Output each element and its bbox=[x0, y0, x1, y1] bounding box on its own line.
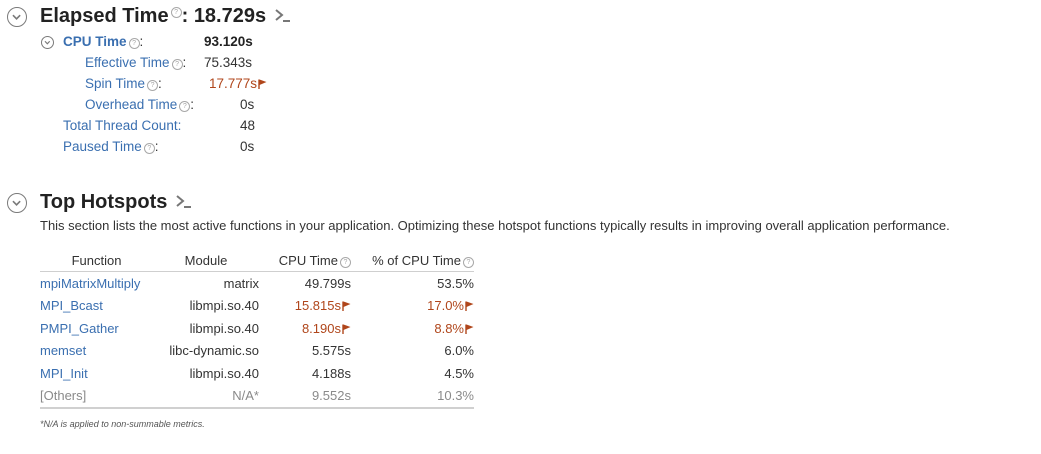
table-row: [Others] N/A* 9.552s 10.3% bbox=[40, 384, 474, 409]
question-circle-icon[interactable]: ? bbox=[147, 80, 159, 91]
effective-time-value: 75.343s bbox=[204, 55, 253, 70]
question-circle-icon[interactable]: ? bbox=[170, 7, 182, 19]
module-cell: N/A* bbox=[153, 384, 259, 409]
cpu-time-cell: 8.190s bbox=[259, 317, 351, 340]
question-circle-icon[interactable]: ? bbox=[143, 143, 155, 154]
overhead-time-value: 0s bbox=[240, 97, 255, 112]
cpu-time-cell: 5.575s bbox=[311, 343, 351, 359]
pct-cpu-time-cell: 10.3% bbox=[351, 384, 474, 409]
footnote: *N/A is applied to non-summable metrics. bbox=[40, 419, 205, 429]
chevron-up-circle-icon bbox=[44, 40, 51, 45]
function-link[interactable]: memset bbox=[40, 340, 153, 363]
function-cell-others: [Others] bbox=[40, 384, 153, 409]
total-thread-count-value: 48 bbox=[240, 118, 256, 133]
pct-cpu-time-cell: 17.0% bbox=[351, 295, 474, 318]
paused-time-link[interactable]: Paused Time bbox=[63, 139, 142, 154]
spin-time-value: 17.777s bbox=[209, 76, 258, 91]
question-circle-icon[interactable]: ? bbox=[171, 59, 183, 70]
chevron-up-circle-icon bbox=[12, 200, 21, 206]
hotspots-table: Function Module CPU Time? % of CPU Time?… bbox=[40, 249, 474, 409]
chevron-up-circle-icon bbox=[12, 14, 21, 20]
function-link[interactable]: MPI_Bcast bbox=[40, 295, 153, 318]
cpu-time-cell: 4.188s bbox=[311, 365, 351, 381]
column-header-pct-cpu-time[interactable]: % of CPU Time? bbox=[351, 249, 474, 272]
cpu-time-label: CPU Time?: bbox=[63, 34, 144, 49]
total-thread-count-link[interactable]: Total Thread Count: bbox=[63, 118, 181, 133]
pct-cpu-time-cell: 6.0% bbox=[444, 343, 474, 359]
module-cell: libmpi.so.40 bbox=[189, 320, 259, 336]
function-link[interactable]: mpiMatrixMultiply bbox=[40, 272, 153, 295]
question-circle-icon[interactable]: ? bbox=[179, 101, 191, 112]
module-cell: libmpi.so.40 bbox=[189, 298, 259, 314]
module-cell: matrix bbox=[223, 275, 259, 291]
spin-time-link[interactable]: Spin Time bbox=[85, 76, 145, 91]
elapsed-time-value: 18.729s bbox=[193, 5, 267, 27]
pct-cpu-time-cell: 53.5% bbox=[437, 275, 474, 291]
top-hotspots-title: Top Hotspots bbox=[40, 191, 168, 213]
cpu-time-value: 93.120s bbox=[204, 34, 253, 49]
warning-flag-icon bbox=[465, 324, 474, 334]
module-cell: libmpi.so.40 bbox=[189, 365, 259, 381]
effective-time-link[interactable]: Effective Time bbox=[85, 55, 170, 70]
top-hotspots-heading: Top Hotspots bbox=[40, 191, 193, 214]
elapsed-collapse-toggle[interactable] bbox=[7, 7, 27, 27]
hotspots-collapse-toggle[interactable] bbox=[7, 193, 27, 213]
paused-time-value: 0s bbox=[240, 139, 255, 154]
question-circle-icon[interactable]: ? bbox=[463, 256, 474, 268]
cpu-time-cell: 15.815s bbox=[259, 295, 351, 318]
table-row: MPI_Bcast libmpi.so.40 15.815s 17.0% bbox=[40, 295, 474, 318]
overhead-time-label: Overhead Time?: bbox=[85, 97, 195, 112]
terminal-prompt-icon[interactable] bbox=[175, 193, 193, 209]
table-row: PMPI_Gather libmpi.so.40 8.190s 8.8% bbox=[40, 317, 474, 340]
question-circle-icon[interactable]: ? bbox=[128, 38, 140, 49]
table-row: memset libc-dynamic.so 5.575s 6.0% bbox=[40, 340, 474, 363]
hotspots-description: This section lists the most active funct… bbox=[40, 218, 950, 233]
table-row: MPI_Init libmpi.so.40 4.188s 4.5% bbox=[40, 362, 474, 385]
effective-time-label: Effective Time?: bbox=[85, 55, 187, 70]
paused-time-label: Paused Time?: bbox=[63, 139, 159, 154]
cpu-time-cell: 9.552s bbox=[259, 384, 351, 409]
column-header-function[interactable]: Function bbox=[40, 249, 153, 272]
cpu-time-link[interactable]: CPU Time bbox=[63, 34, 127, 49]
warning-flag-icon bbox=[342, 301, 351, 312]
elapsed-time-label: Elapsed Time bbox=[40, 5, 169, 27]
module-cell: libc-dynamic.so bbox=[169, 343, 259, 359]
spin-time-value-cell: 17.777s bbox=[209, 76, 267, 91]
warning-flag-icon bbox=[342, 324, 351, 334]
function-link[interactable]: PMPI_Gather bbox=[40, 317, 153, 340]
column-header-module[interactable]: Module bbox=[153, 249, 259, 272]
pct-cpu-time-cell: 4.5% bbox=[444, 365, 474, 381]
pct-cpu-time-cell: 8.8% bbox=[351, 317, 474, 340]
function-link[interactable]: MPI_Init bbox=[40, 362, 153, 385]
spin-time-label: Spin Time?: bbox=[85, 76, 162, 91]
table-header-row: Function Module CPU Time? % of CPU Time? bbox=[40, 249, 474, 272]
cpu-time-collapse-toggle[interactable] bbox=[41, 36, 54, 49]
overhead-time-link[interactable]: Overhead Time bbox=[85, 97, 177, 112]
cpu-time-cell: 49.799s bbox=[304, 275, 351, 291]
warning-flag-icon bbox=[465, 301, 474, 312]
column-header-cpu-time[interactable]: CPU Time? bbox=[259, 249, 351, 272]
table-row: mpiMatrixMultiply matrix 49.799s 53.5% bbox=[40, 272, 474, 295]
elapsed-time-heading: Elapsed Time?: 18.729s bbox=[40, 5, 292, 28]
question-circle-icon[interactable]: ? bbox=[340, 256, 351, 268]
warning-flag-icon bbox=[258, 79, 267, 89]
terminal-prompt-icon[interactable] bbox=[274, 7, 292, 23]
